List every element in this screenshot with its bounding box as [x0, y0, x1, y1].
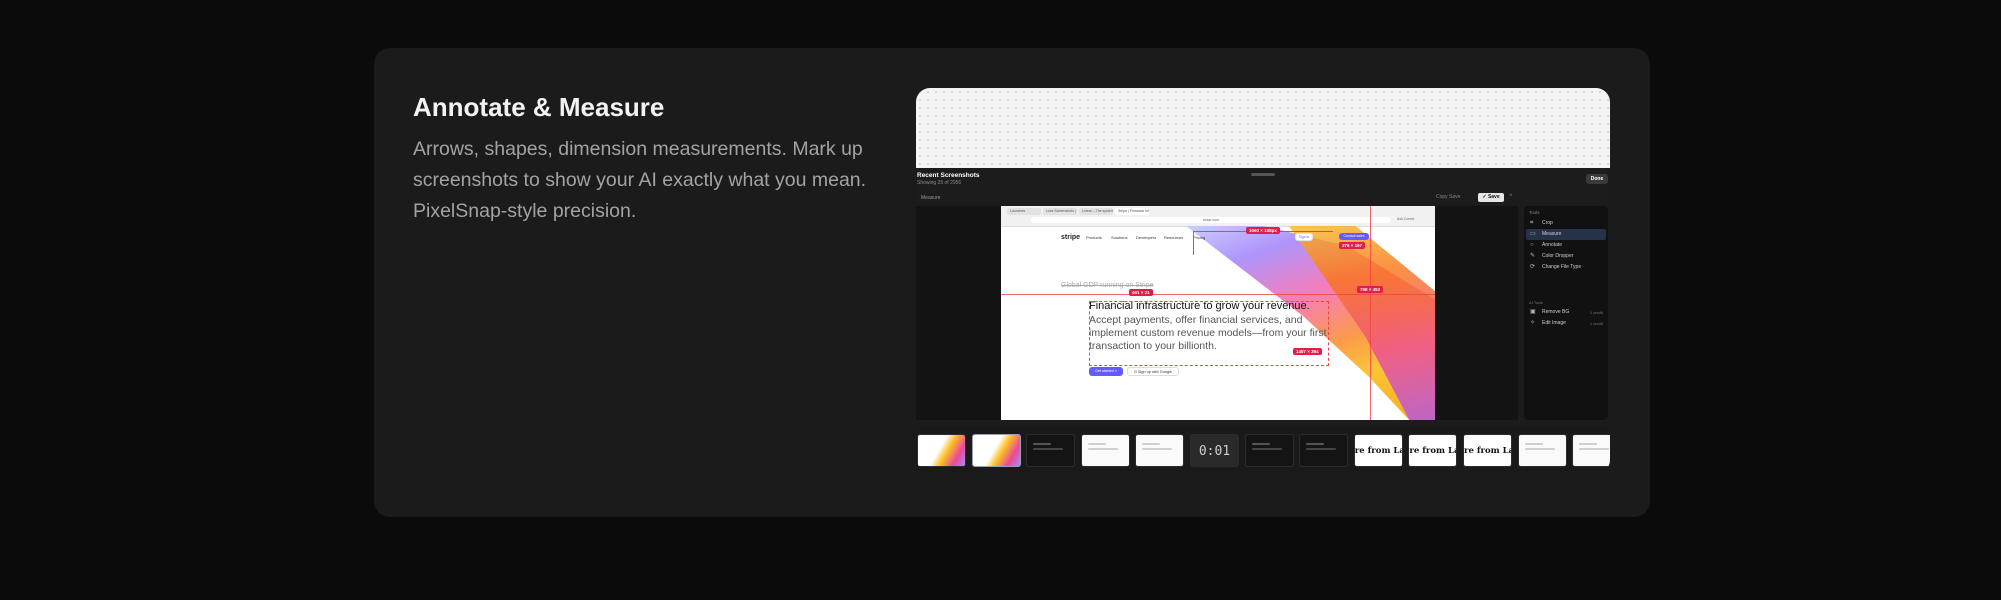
measure-guide-vertical: [1370, 206, 1371, 420]
screenshot-thumbnail[interactable]: [1080, 434, 1130, 467]
screenshot-thumbnail[interactable]: re from Laz: [1408, 434, 1458, 467]
tools-heading: Tools: [1529, 210, 1540, 215]
tool-label: Change File Type: [1542, 264, 1582, 270]
screenshot-thumbnail[interactable]: [1517, 434, 1567, 467]
app-header-title: Recent Screenshots: [917, 172, 980, 179]
save-button[interactable]: ✓ Save: [1478, 193, 1504, 202]
screenshot-app-window: Recent Screenshots Showing 25 of 2956 Do…: [916, 168, 1610, 474]
screenshot-thumbnail[interactable]: [1299, 434, 1349, 467]
url-bar: stripe.com: [1031, 217, 1391, 223]
screenshot-thumbnail[interactable]: re from Lazy: [1353, 434, 1403, 467]
editor-toolbar: Measure Copy Save ✓ Save ×: [916, 192, 1518, 204]
close-icon[interactable]: ×: [1509, 193, 1513, 199]
google-signup-button: G Sign up with Google: [1127, 367, 1179, 376]
nav-item: Resources: [1164, 235, 1184, 240]
screenshot-thumbnail[interactable]: [1244, 434, 1294, 467]
thumbnail-content: [1033, 448, 1064, 450]
screenshot-thumbnail[interactable]: [1135, 434, 1185, 467]
browser-tab: Linear – The system...: [1079, 208, 1113, 215]
thumbnail-content: [1251, 443, 1270, 445]
tool-label: Remove BG: [1542, 309, 1570, 315]
tool-crop[interactable]: ⌗ Crop: [1526, 218, 1606, 229]
done-button[interactable]: Done: [1586, 174, 1608, 184]
screenshot-thumbnail[interactable]: [917, 434, 966, 467]
tool-label: Annotate: [1542, 242, 1563, 248]
thumbnail-content: [1306, 443, 1325, 445]
thumbnail-content: [1579, 448, 1610, 450]
thumbnail-content: [1142, 443, 1161, 445]
tool-label: Measure: [1542, 231, 1562, 237]
measure-icon: ▭: [1530, 231, 1536, 237]
drag-handle[interactable]: [1251, 173, 1275, 176]
thumbnail-content: [1087, 448, 1118, 450]
screenshot-thumbnail[interactable]: [1572, 434, 1610, 467]
measure-badge-left: 461 × 21: [1129, 289, 1153, 296]
measure-box: [1089, 301, 1329, 366]
measure-badge-top: 1060 × 188px: [1246, 227, 1280, 234]
thumbnail-content: [1524, 443, 1543, 445]
tool-edit-image[interactable]: ✧ Edit Image 1 credit: [1526, 318, 1606, 329]
tool-color-dropper[interactable]: ✎ Color Dropper: [1526, 251, 1606, 262]
thumbnail-content: [1579, 443, 1598, 445]
screenshot-thumbnail[interactable]: [1026, 434, 1076, 467]
toolbar-mode-label: Measure: [921, 195, 941, 201]
tool-label: Crop: [1542, 220, 1553, 226]
screenshot-thumbnail[interactable]: re from Laz: [1463, 434, 1512, 467]
browser-right-label: Ask Comet: [1397, 217, 1415, 221]
nav-item: Developers: [1136, 235, 1157, 240]
thumbnail-content: [1142, 448, 1173, 450]
tool-remove-bg[interactable]: ▣ Remove BG 1 credit: [1526, 307, 1606, 318]
annotate-icon: ○: [1530, 242, 1534, 248]
browser-tab: Luxs Screenshots | ...: [1043, 208, 1077, 215]
color-dropper-icon: ✎: [1530, 253, 1536, 259]
thumbnail-content: [1524, 448, 1555, 450]
thumbnail-strip: 0:01re from Lazyre from Lazre from Laz: [916, 426, 1610, 472]
thumbnail-content: [1033, 443, 1052, 445]
screenshot-thumbnail[interactable]: 0:01: [1190, 434, 1239, 467]
change-file-type-icon: ⟳: [1530, 264, 1536, 270]
feature-description: Arrows, shapes, dimension measurements. …: [413, 138, 867, 222]
measure-badge-center: 798 × 453: [1357, 286, 1384, 293]
ai-tools-heading: AI Tools: [1529, 300, 1544, 305]
edit-image-icon: ✧: [1530, 320, 1536, 326]
crop-icon: ⌗: [1530, 220, 1534, 226]
tool-label: Color Dropper: [1542, 253, 1574, 259]
browser-tab: Stripe | Financial Infr...: [1115, 208, 1149, 215]
nav-item: Products: [1086, 235, 1102, 240]
thumbnail-content: [1251, 448, 1282, 450]
measure-box-top: [1193, 231, 1333, 255]
measure-badge-right-top: 376 × 167: [1339, 242, 1366, 249]
credit-badge: 1 credit: [1589, 321, 1603, 326]
contact-sales-button: Contact sales: [1339, 233, 1369, 240]
tool-measure[interactable]: ▭ Measure: [1526, 229, 1606, 240]
tool-change-file-type[interactable]: ⟳ Change File Type: [1526, 262, 1606, 273]
tools-panel: Tools ⌗ Crop ▭ Measure ○ Annotate ✎ Colo…: [1524, 206, 1608, 420]
remove-bg-icon: ▣: [1530, 309, 1536, 315]
thumbnail-content: [1306, 448, 1337, 450]
browser-tab: Launches: [1007, 208, 1041, 215]
app-screenshot: Recent Screenshots Showing 25 of 2956 Do…: [916, 88, 1610, 474]
tool-annotate[interactable]: ○ Annotate: [1526, 240, 1606, 251]
app-header-subtitle: Showing 25 of 2956: [917, 180, 962, 186]
captured-webpage: Launches Luxs Screenshots | ... Linear –…: [1001, 206, 1435, 420]
screenshot-thumbnail[interactable]: [971, 434, 1021, 467]
stripe-logo: stripe: [1061, 234, 1081, 241]
measure-badge-bottom: 1487 × 394: [1293, 348, 1322, 355]
eyebrow-text: Global GDP running on Stripe: [1061, 282, 1154, 289]
thumbnail-content: [1087, 443, 1106, 445]
dotted-background: [916, 88, 1610, 168]
tool-label: Edit Image: [1542, 320, 1566, 326]
feature-title: Annotate & Measure: [413, 92, 665, 122]
get-started-button: Get started >: [1089, 367, 1123, 376]
nav-item: Solutions: [1111, 235, 1128, 240]
copy-button[interactable]: Copy Save: [1436, 194, 1460, 200]
editor-canvas[interactable]: Launches Luxs Screenshots | ... Linear –…: [916, 206, 1518, 420]
credit-badge: 1 credit: [1589, 310, 1603, 315]
